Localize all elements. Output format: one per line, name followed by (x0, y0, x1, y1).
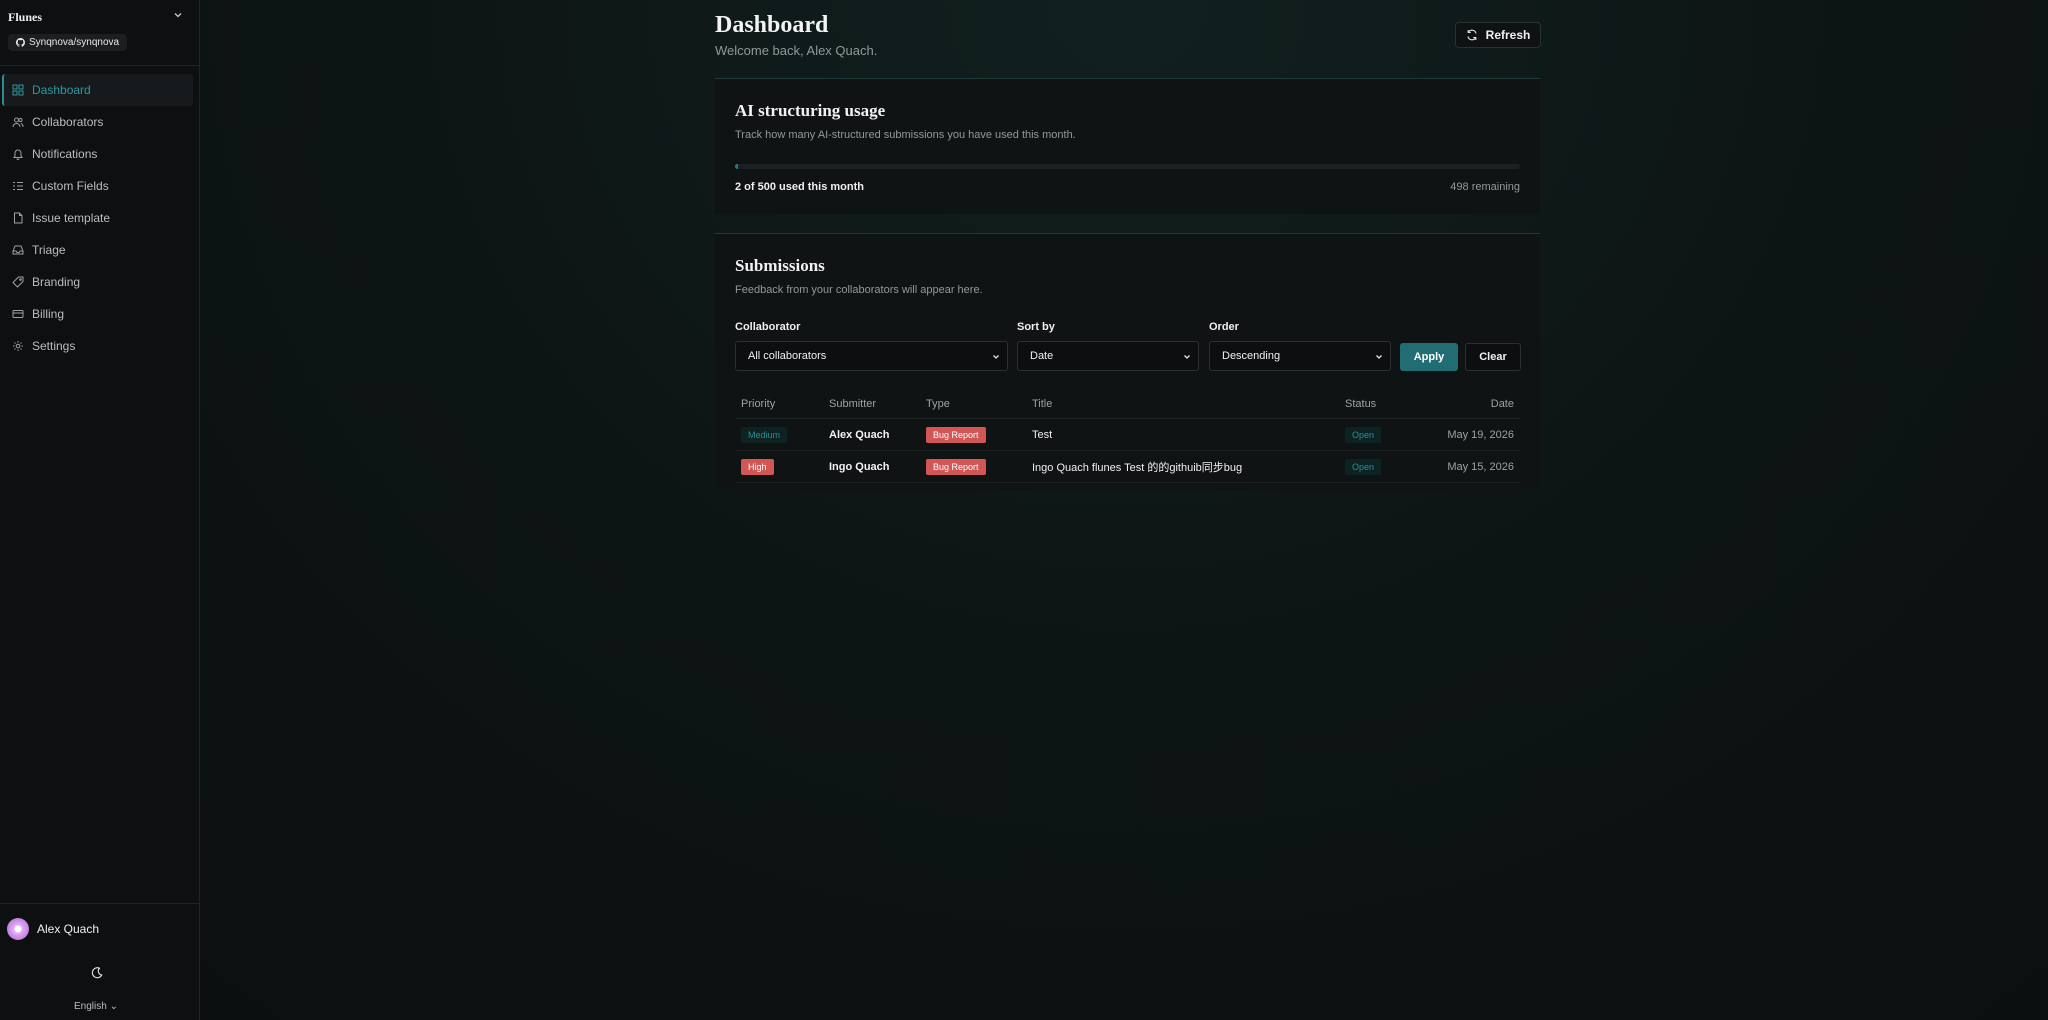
usage-used-text: 2 of 500 used this month (735, 181, 864, 193)
chevron-down-icon (1376, 355, 1382, 359)
column-header-submitter[interactable]: Submitter (829, 395, 876, 413)
chevron-down-icon (993, 355, 999, 359)
sidebar-item-billing[interactable]: Billing (2, 298, 193, 330)
dashboard-icon (12, 84, 24, 96)
table-row[interactable]: Medium Alex Quach Bug Report Test Open M… (735, 419, 1520, 451)
sidebar-item-collaborators[interactable]: Collaborators (2, 106, 193, 138)
chevron-down-icon: ⌄ (109, 1001, 118, 1012)
status-badge: Open (1345, 426, 1382, 443)
card-icon (12, 310, 24, 318)
gear-icon (13, 341, 23, 351)
workspace-name: Flunes (8, 10, 43, 24)
user-name: Alex Quach (37, 922, 100, 936)
list-icon (13, 182, 23, 190)
collaborator-select-value: All collaborators (748, 350, 827, 362)
collaborator-filter-label: Collaborator (735, 321, 801, 333)
avatar (7, 918, 29, 940)
users-icon (12, 117, 24, 128)
sidebar-item-notifications[interactable]: Notifications (2, 138, 193, 170)
sort-select[interactable]: Date (1017, 341, 1199, 371)
chevron-down-icon (1184, 355, 1190, 359)
sort-select-value: Date (1030, 350, 1054, 362)
status-badge: Open (1345, 458, 1382, 475)
priority-badge: High (741, 458, 774, 475)
sidebar-item-label: Triage (32, 243, 66, 257)
usage-description: Track how many AI-structured submissions… (735, 129, 1076, 141)
submissions-title: Submissions (735, 256, 825, 275)
github-icon (16, 38, 25, 47)
column-header-title[interactable]: Title (1032, 395, 1052, 413)
column-header-type[interactable]: Type (926, 395, 950, 413)
sidebar-item-label: Settings (32, 339, 76, 353)
status-cell: Open (1345, 419, 1382, 450)
page-title: Dashboard (715, 12, 829, 38)
sidebar-item-branding[interactable]: Branding (2, 266, 193, 298)
submitter-cell: Ingo Quach (829, 460, 890, 473)
column-header-priority[interactable]: Priority (741, 395, 775, 413)
repo-name: Synqnova/synqnova (29, 37, 120, 48)
sidebar-item-settings[interactable]: Settings (2, 330, 193, 362)
order-filter-label: Order (1209, 321, 1239, 333)
bell-icon (13, 149, 23, 160)
usage-title: AI structuring usage (735, 101, 886, 120)
inbox-icon (12, 245, 24, 255)
sidebar-item-label: Notifications (32, 147, 98, 161)
sidebar-item-label: Dashboard (32, 83, 91, 97)
date-cell: May 15, 2026 (1447, 460, 1514, 473)
submissions-description: Feedback from your collaborators will ap… (735, 284, 983, 296)
workspace-header[interactable]: Flunes Synqnova/synqnova (0, 0, 199, 66)
sidebar-item-triage[interactable]: Triage (2, 234, 193, 266)
type-badge: Bug Report (926, 426, 986, 443)
title-cell[interactable]: Test (1032, 419, 1052, 450)
apply-button[interactable]: Apply (1400, 343, 1458, 371)
table-header: Priority Submitter Type Title Status Dat… (735, 395, 1520, 419)
sidebar-item-custom-fields[interactable]: Custom Fields (2, 170, 193, 202)
usage-progress-fill (735, 164, 739, 169)
priority-cell: Medium (741, 419, 788, 450)
priority-cell: High (741, 451, 774, 482)
date-cell: May 19, 2026 (1447, 428, 1514, 441)
language-select[interactable]: English ⌄ (74, 1001, 118, 1012)
sidebar-item-label: Billing (32, 307, 65, 321)
sidebar-item-label: Custom Fields (32, 179, 109, 193)
sidebar-item-label: Collaborators (32, 115, 104, 129)
page-subtitle: Welcome back, Alex Quach. (715, 43, 878, 58)
order-select[interactable]: Descending (1209, 341, 1391, 371)
refresh-label: Refresh (1485, 28, 1531, 42)
user-menu[interactable]: Alex Quach (0, 903, 200, 940)
type-cell: Bug Report (926, 419, 986, 450)
sidebar-item-dashboard[interactable]: Dashboard (2, 74, 193, 106)
tag-icon (12, 276, 24, 288)
collaborator-select[interactable]: All collaborators (735, 341, 1008, 371)
order-select-value: Descending (1222, 350, 1281, 362)
sidebar-nav: Dashboard Collaborators Notifications Cu… (0, 66, 199, 362)
submissions-card: Submissions Feedback from your collabora… (715, 233, 1540, 491)
sidebar-item-issue-template[interactable]: Issue template (2, 202, 193, 234)
status-cell: Open (1345, 451, 1382, 482)
submitter-cell: Alex Quach (829, 428, 890, 441)
usage-progress-bar (735, 164, 1520, 169)
repo-badge[interactable]: Synqnova/synqnova (8, 34, 128, 51)
file-icon (14, 212, 23, 224)
sidebar: Flunes Synqnova/synqnova Dashboard Colla… (0, 0, 200, 1020)
chevron-down-icon[interactable] (172, 9, 184, 21)
column-header-date[interactable]: Date (1491, 395, 1514, 413)
refresh-icon (1467, 29, 1477, 41)
clear-button[interactable]: Clear (1465, 343, 1521, 371)
type-badge: Bug Report (926, 458, 986, 475)
title-cell[interactable]: Ingo Quach flunes Test 的的githuib同步bug (1032, 451, 1242, 482)
sidebar-item-label: Branding (32, 275, 81, 289)
usage-card: AI structuring usage Track how many AI-s… (715, 78, 1540, 214)
table-row[interactable]: High Ingo Quach Bug Report Ingo Quach fl… (735, 451, 1520, 483)
column-header-status[interactable]: Status (1345, 395, 1376, 413)
sort-filter-label: Sort by (1017, 321, 1055, 333)
sidebar-item-label: Issue template (32, 211, 111, 225)
priority-badge: Medium (741, 426, 788, 443)
type-cell: Bug Report (926, 451, 986, 482)
usage-remaining-text: 498 remaining (1450, 181, 1520, 193)
moon-icon[interactable] (90, 966, 104, 980)
language-label: English (74, 1001, 107, 1012)
refresh-button[interactable]: Refresh (1455, 22, 1541, 48)
